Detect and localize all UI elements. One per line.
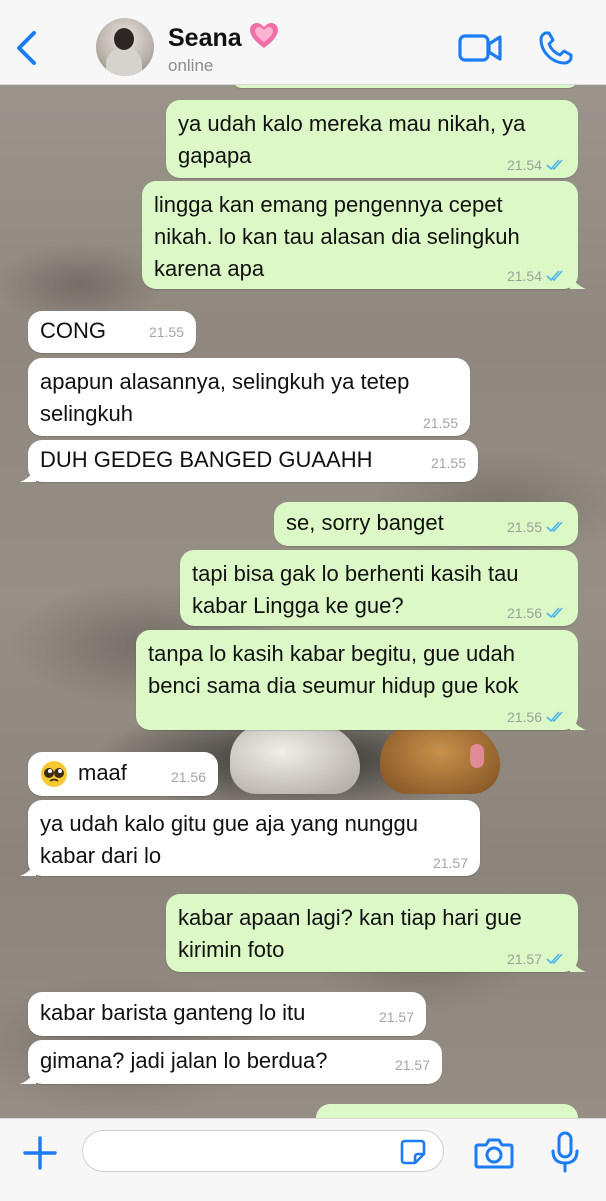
avatar-figure-head (114, 28, 134, 50)
message-time: 21.57 (378, 1009, 414, 1025)
message-time: 21.57 (394, 1057, 430, 1073)
contact-avatar[interactable] (96, 18, 154, 76)
message-text: DUH GEDEG BANGED GUAAHH (40, 447, 373, 472)
message-text: maaf (78, 760, 127, 785)
voice-call-icon[interactable] (538, 30, 574, 66)
message-meta: 21.55 (423, 414, 458, 432)
message-time: 21.56 (170, 769, 206, 785)
message-bubble-incoming[interactable]: DUH GEDEG BANGED GUAAHH 21.55 (20, 440, 478, 482)
message-bubble-incoming[interactable]: kabar barista ganteng lo itu 21.57 (28, 992, 426, 1036)
message-input-bar (0, 1118, 606, 1201)
plus-icon[interactable] (22, 1135, 58, 1171)
message-meta: 21.57 (395, 1056, 430, 1074)
message-text: tapi bisa gak lo berhenti kasih tau kaba… (192, 561, 519, 618)
message-text: kabar apaan lagi? kan tiap hari gue kiri… (178, 905, 522, 962)
message-meta: 21.54 (507, 267, 566, 285)
read-ticks-icon (546, 159, 563, 171)
growing-heart-icon (249, 23, 278, 48)
message-meta: 21.54 (507, 156, 566, 174)
bubble-tail-icon (570, 716, 586, 730)
video-call-icon[interactable] (458, 32, 502, 64)
read-ticks-icon (546, 711, 563, 723)
message-time: 21.56 (506, 709, 542, 725)
message-bubble-outgoing[interactable]: tanpa lo kasih kabar begitu, gue udah be… (136, 630, 586, 730)
read-ticks-icon (546, 607, 563, 619)
message-time: 21.54 (506, 157, 542, 173)
message-bubble-incoming[interactable]: apapun alasannya, selingkuh ya tetep sel… (28, 358, 470, 436)
message-bubble-incoming[interactable]: maaf 21.56 (28, 752, 218, 796)
message-text: ya udah kalo mereka mau nikah, ya gapapa (178, 111, 526, 168)
message-time: 21.56 (506, 605, 542, 621)
message-bubble-incoming[interactable]: ya udah kalo gitu gue aja yang nunggu ka… (20, 800, 480, 876)
message-meta: 21.57 (379, 1008, 414, 1026)
message-time: 21.55 (422, 415, 458, 431)
message-text: se, sorry banget (286, 510, 444, 535)
message-bubble-outgoing[interactable]: kabar apaan lagi? kan tiap hari gue kiri… (166, 894, 586, 972)
camera-icon[interactable] (474, 1137, 514, 1169)
chat-header: Seana online (0, 0, 606, 85)
message-bubble-outgoing[interactable]: ya udah kalo mereka mau nikah, ya gapapa… (166, 100, 578, 178)
contact-name[interactable]: Seana (168, 22, 279, 53)
bubble-tail-icon (20, 1070, 36, 1084)
pleading-face-icon (41, 761, 67, 787)
message-text: tanpa lo kasih kabar begitu, gue udah be… (148, 641, 519, 698)
bubble-tail-icon (570, 275, 586, 289)
message-bubble-outgoing[interactable]: tapi bisa gak lo berhenti kasih tau kaba… (180, 550, 578, 626)
message-bubble-partial[interactable] (316, 1104, 578, 1118)
message-text: CONG (40, 318, 106, 343)
read-ticks-icon (546, 953, 563, 965)
read-ticks-icon (546, 521, 563, 533)
message-time: 21.57 (506, 951, 542, 967)
message-text: lingga kan emang pengennya cepet nikah. … (154, 192, 520, 281)
message-text: apapun alasannya, selingkuh ya tetep sel… (40, 369, 410, 426)
message-time: 21.55 (148, 324, 184, 340)
message-text: kabar barista ganteng lo itu (40, 1000, 306, 1025)
message-time: 21.55 (430, 455, 466, 471)
read-ticks-icon (546, 270, 563, 282)
message-time: 21.54 (506, 268, 542, 284)
message-list[interactable]: ya udah kalo mereka mau nikah, ya gapapa… (0, 84, 606, 1118)
message-meta: 21.57 (433, 854, 468, 872)
message-meta: 21.55 (507, 518, 566, 536)
message-meta: 21.55 (431, 454, 466, 472)
message-time: 21.55 (506, 519, 542, 535)
bubble-tail-icon (20, 468, 36, 482)
message-text: ya udah kalo gitu gue aja yang nunggu ka… (40, 811, 418, 868)
back-chevron-icon[interactable] (14, 30, 38, 66)
message-bubble-incoming[interactable]: CONG 21.55 (28, 311, 196, 353)
contact-status: online (168, 56, 214, 75)
message-meta: 21.55 (149, 323, 184, 341)
message-meta: 21.56 (507, 708, 566, 726)
message-time: 21.57 (432, 855, 468, 871)
microphone-icon[interactable] (550, 1131, 580, 1173)
message-meta: 21.56 (171, 768, 206, 786)
message-bubble-outgoing[interactable]: lingga kan emang pengennya cepet nikah. … (142, 181, 586, 289)
avatar-figure-body (106, 48, 142, 76)
message-bubble-incoming[interactable]: gimana? jadi jalan lo berdua? 21.57 (20, 1040, 442, 1084)
bubble-tail-icon (20, 862, 36, 876)
bubble-tail-icon (570, 958, 586, 972)
message-input[interactable] (82, 1130, 444, 1172)
message-text: gimana? jadi jalan lo berdua? (40, 1048, 328, 1073)
sticker-icon[interactable] (400, 1139, 426, 1165)
message-meta: 21.57 (507, 950, 566, 968)
contact-name-text: Seana (168, 24, 242, 52)
message-bubble-outgoing[interactable]: se, sorry banget 21.55 (274, 502, 578, 546)
message-meta: 21.56 (507, 604, 566, 622)
